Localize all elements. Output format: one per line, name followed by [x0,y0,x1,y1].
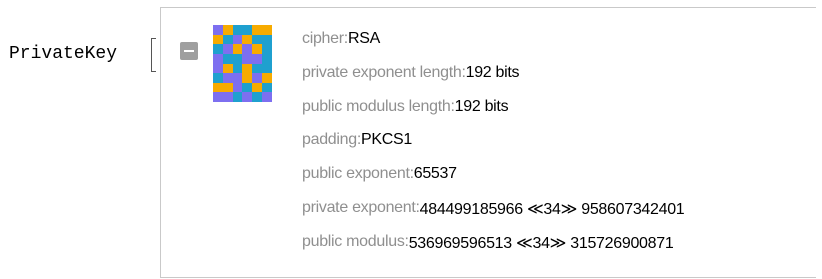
field-value: 65537 [413,165,457,183]
field-public-exponent: public exponent: 65537 [302,165,684,199]
field-value: RSA [347,30,380,47]
field-private-exponent-length: private exponent length: 192 bits [302,64,684,98]
key-icon-cell [262,34,272,45]
key-icon-cell [222,25,233,35]
key-icon-cell [262,92,272,102]
key-icon-cell [252,82,263,93]
field-value: 192 bits [465,63,520,81]
key-icon-cell [213,92,223,102]
field-label: public exponent: [302,165,414,183]
key-icon-cell [262,73,272,83]
field-label: private exponent: [302,198,420,216]
key-icon-cell [242,63,253,74]
key-icon-cell [242,73,253,83]
key-icon-cell [222,63,233,74]
key-icon-cell [252,34,263,45]
field-label: public modulus length: [302,97,455,115]
key-icon-cell [262,25,272,35]
key-icon-cell [213,44,223,54]
key-fingerprint-icon [213,25,272,102]
field-private-exponent: private exponent: 484499185966 ≪34≫ 9586… [302,198,685,233]
key-icon-cell [232,25,243,35]
key-icon-cell [262,82,272,93]
private-key-head: PrivateKey [9,44,118,64]
field-padding: padding: PKCS1 [302,131,684,165]
field-cipher: cipher: RSA [302,30,684,64]
key-properties: cipher: RSA private exponent length: 192… [302,30,685,267]
key-icon-cell [232,92,243,102]
key-icon-cell [252,73,263,83]
key-icon-cell [232,44,243,54]
field-label: public modulus: [302,232,409,250]
key-icon-cell [222,82,233,93]
key-icon-cell [262,63,272,74]
field-public-modulus: public modulus: 536969596513 ≪34≫ 315726… [302,233,684,267]
key-icon-cell [213,53,223,64]
key-icon-cell [213,82,223,93]
key-icon-cell [232,53,243,64]
collapse-toggle-icon[interactable] [180,42,198,60]
key-icon-cell [222,44,233,54]
key-icon-cell [252,63,263,74]
field-value: 484499185966 ≪34≫ 958607342401 [419,200,685,218]
summary-box: cipher: RSA private exponent length: 192… [160,7,816,278]
key-icon-cell [222,34,233,45]
key-icon-cell [262,44,272,54]
key-icon-cell [242,92,253,102]
field-public-modulus-length: public modulus length: 192 bits [302,98,684,132]
key-icon-cell [213,34,223,45]
key-icon-cell [222,92,233,102]
key-icon-cell [213,73,223,83]
key-icon-cell [262,53,272,64]
key-icon-cell [242,53,253,64]
key-icon-cell [242,82,253,93]
key-icon-cell [252,53,263,64]
key-icon-cell [232,63,243,74]
key-icon-cell [222,53,233,64]
key-icon-cell [242,34,253,45]
field-label: private exponent length: [302,63,466,81]
field-value: PKCS1 [361,131,412,149]
key-icon-cell [242,25,253,35]
key-icon-cell [232,34,243,45]
key-icon-cell [232,82,243,93]
key-icon-cell [232,73,243,83]
key-icon-cell [213,63,223,74]
field-label: cipher: [302,30,348,47]
key-icon-cell [252,44,263,54]
open-bracket [151,38,156,72]
key-icon-cell [242,44,253,54]
key-icon-cell [213,25,223,35]
field-value: 536969596513 ≪34≫ 315726900871 [408,234,674,252]
key-icon-cell [252,92,263,102]
key-icon-cell [222,73,233,83]
field-value: 192 bits [454,97,509,115]
field-label: padding: [302,131,361,149]
key-icon-cell [252,25,263,35]
